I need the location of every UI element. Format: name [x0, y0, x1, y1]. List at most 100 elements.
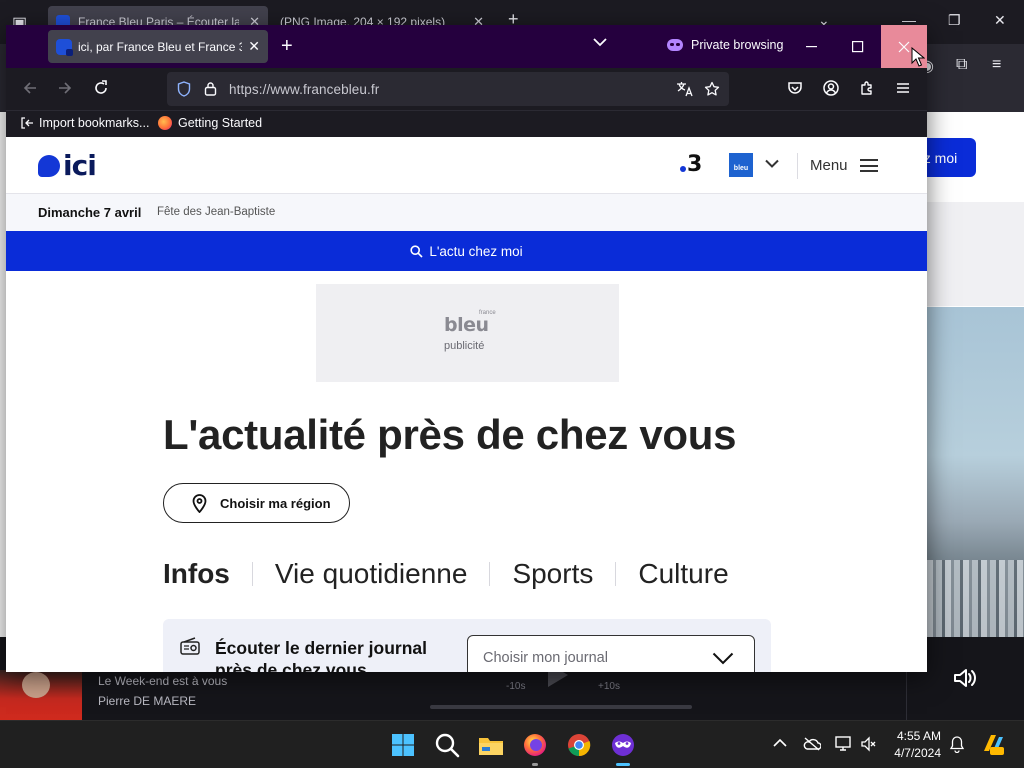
category-divider — [615, 562, 617, 586]
pocket-icon[interactable] — [787, 80, 803, 96]
category-vie-quotidienne[interactable]: Vie quotidienne — [275, 558, 468, 590]
system-clock[interactable]: 4:55 AM 4/7/2024 — [889, 728, 941, 762]
minimize-icon — [806, 45, 817, 47]
bookmark-import[interactable]: Import bookmarks... — [20, 116, 149, 130]
bookmark-getting-started[interactable]: Getting Started — [158, 116, 262, 130]
webpage: ici 3 bleu Menu Dimanche 7 avril Fête de… — [6, 137, 927, 672]
ad-brand-logo: bleu — [444, 314, 489, 336]
choose-region-button[interactable]: Choisir ma région — [163, 483, 350, 523]
start-icon[interactable] — [389, 731, 417, 759]
clock-date: 4/7/2024 — [894, 746, 941, 760]
page-title: L'actualité près de chez vous — [163, 411, 737, 458]
windows-taskbar: 4:55 AM 4/7/2024 — [0, 720, 1024, 768]
chevron-down-icon — [712, 652, 734, 665]
ici-logo-mark — [38, 155, 60, 177]
notifications-icon[interactable] — [949, 735, 965, 753]
header-divider — [797, 153, 798, 179]
back-icon[interactable] — [22, 80, 38, 96]
journal-card: Écouter le dernier journal près de chez … — [163, 619, 771, 672]
chevron-down-icon[interactable] — [765, 159, 779, 168]
menu-icon[interactable]: ≡ — [992, 56, 1001, 74]
bookmark-star-icon[interactable] — [704, 81, 720, 97]
location-pin-icon — [192, 494, 207, 513]
tracking-protection-icon[interactable] — [177, 81, 191, 97]
local-news-link[interactable]: L'actu chez moi — [6, 231, 927, 271]
france3-link[interactable]: 3 — [680, 152, 702, 177]
journal-select[interactable]: Choisir mon journal — [467, 635, 755, 672]
france3-logo: 3 — [687, 152, 703, 177]
ici-logo[interactable]: ici — [38, 149, 97, 182]
site-header: ici 3 bleu Menu — [6, 137, 927, 194]
mouse-cursor-icon — [911, 47, 925, 67]
search-icon[interactable] — [433, 731, 461, 759]
import-icon — [21, 117, 33, 129]
menu-label: Menu — [810, 157, 848, 174]
rewind-button[interactable]: -10s — [506, 681, 525, 692]
date-band: Dimanche 7 avril Fête des Jean-Baptiste — [6, 194, 927, 231]
onedrive-icon[interactable] — [803, 737, 821, 751]
background-page-panel — [927, 202, 1024, 306]
chevron-down-icon[interactable] — [593, 37, 607, 47]
menu-button[interactable]: Menu — [810, 157, 878, 174]
saint-of-day: Fête des Jean-Baptiste — [157, 206, 276, 218]
tab-ici[interactable]: ici, par France Bleu et France 3 - ✕ — [48, 30, 268, 63]
ici-logo-text: ici — [63, 149, 97, 182]
clock-time: 4:55 AM — [896, 729, 941, 743]
tab-bar: ici, par France Bleu et France 3 - ✕ + P… — [6, 25, 927, 68]
maximize-button[interactable] — [835, 25, 881, 68]
network-icon[interactable] — [835, 736, 853, 752]
new-tab-icon[interactable]: + — [281, 35, 293, 58]
firefox-icon[interactable] — [521, 731, 549, 759]
choose-region-label: Choisir ma région — [220, 495, 331, 511]
forward-button[interactable]: +10s — [598, 681, 620, 692]
account-icon[interactable] — [823, 80, 839, 96]
local-news-label: L'actu chez moi — [429, 243, 523, 259]
private-browsing-label: Private browsing — [691, 38, 784, 52]
volume-icon[interactable] — [953, 667, 977, 689]
advertisement-placeholder: france bleu publicité — [316, 284, 619, 382]
category-culture[interactable]: Culture — [638, 558, 728, 590]
search-icon — [410, 244, 423, 258]
translate-icon[interactable] — [676, 81, 694, 97]
chevron-up-icon[interactable] — [773, 738, 787, 748]
radio-icon — [180, 637, 200, 655]
bookmarks-toolbar: Import bookmarks... Getting Started — [6, 110, 927, 137]
player-artist: Pierre DE MAERE — [98, 694, 197, 708]
close-icon — [898, 41, 910, 52]
lock-icon[interactable] — [204, 81, 217, 96]
private-browsing-indicator: Private browsing — [667, 38, 783, 52]
category-divider — [251, 562, 253, 586]
chrome-icon[interactable] — [565, 731, 593, 759]
journal-title: Écouter le dernier journal près de chez … — [215, 638, 427, 672]
journal-select-placeholder: Choisir mon journal — [483, 650, 608, 666]
extensions-icon[interactable]: ⧉ — [956, 56, 967, 74]
file-explorer-icon[interactable] — [477, 731, 505, 759]
close-icon[interactable]: ✕ — [248, 38, 260, 55]
copilot-icon[interactable] — [980, 731, 1006, 757]
firefox-icon — [158, 116, 172, 130]
category-infos[interactable]: Infos — [163, 558, 230, 590]
app-menu-icon[interactable] — [895, 80, 911, 96]
bookmark-label: Getting Started — [178, 116, 263, 130]
player-progress-bar[interactable] — [430, 705, 692, 709]
ici-favicon — [56, 38, 73, 56]
forward-icon[interactable] — [57, 80, 73, 96]
close-icon[interactable]: ✕ — [994, 12, 1006, 29]
volume-muted-icon[interactable] — [861, 736, 877, 752]
restore-icon[interactable]: ❐ — [948, 12, 961, 29]
private-browser-window: ici, par France Bleu et France 3 - ✕ + P… — [6, 25, 927, 672]
minimize-button[interactable] — [789, 25, 835, 68]
extensions-icon[interactable] — [859, 80, 875, 96]
album-cover — [0, 670, 82, 722]
francebleu-logo[interactable]: bleu — [729, 153, 753, 177]
category-nav: Infos Vie quotidienne Sports Culture — [163, 558, 729, 590]
address-bar[interactable]: https://www.francebleu.fr — [167, 72, 729, 106]
player-show-title: Le Week-end est à vous — [98, 674, 228, 688]
category-sports[interactable]: Sports — [512, 558, 593, 590]
current-date: Dimanche 7 avril — [38, 205, 142, 220]
private-window-active-indicator — [616, 763, 630, 766]
firefox-private-icon[interactable] — [609, 731, 637, 759]
category-divider — [489, 562, 491, 586]
france3-dot — [680, 165, 686, 172]
reload-icon[interactable] — [93, 80, 109, 96]
